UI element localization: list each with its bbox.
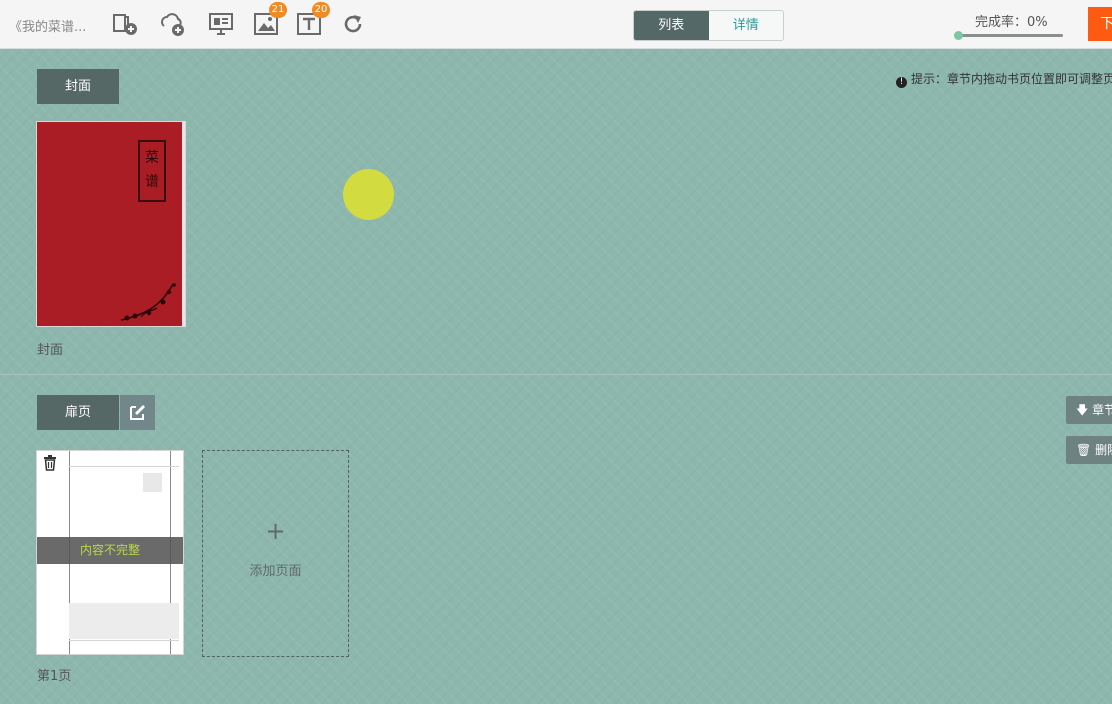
- image-count-badge: 21: [269, 2, 287, 18]
- present-icon: [209, 13, 233, 35]
- book-title-link[interactable]: 《我的菜谱...: [9, 16, 86, 35]
- drag-hint: ! 提示：章节内拖动书页位置即可调整页: [896, 70, 1112, 88]
- image-button[interactable]: 21: [253, 2, 287, 37]
- tab-detail-view[interactable]: 详情: [708, 11, 783, 40]
- top-toolbar: 《我的菜谱... 21 20 列表 详情 完成率：0% 下: [0, 0, 1112, 49]
- edit-icon: [130, 405, 145, 420]
- cursor-highlight: [343, 169, 394, 220]
- plus-icon: +: [265, 517, 286, 545]
- text-count-badge: 20: [312, 2, 330, 18]
- add-page-label: 添加页面: [249, 564, 302, 579]
- download-button[interactable]: 下载: [1088, 7, 1112, 41]
- edit-chapter-button[interactable]: [120, 395, 155, 430]
- refresh-button[interactable]: [340, 11, 366, 37]
- cover-title-seal: 菜谱: [138, 140, 166, 202]
- text-button[interactable]: 20: [296, 2, 330, 37]
- trash-icon: 🗑: [1076, 443, 1092, 457]
- page-placeholder-band: [69, 603, 179, 639]
- tab-list-view[interactable]: 列表: [634, 11, 709, 40]
- page-caption: 第1页: [37, 669, 72, 684]
- incomplete-content-label: 内容不完整: [37, 537, 183, 564]
- view-toggle: 列表 详情: [633, 10, 784, 41]
- section-divider: [0, 374, 1112, 375]
- cover-thumbnail[interactable]: 菜谱: [36, 121, 186, 327]
- completion-progress-bar: [959, 34, 1063, 37]
- add-page-button[interactable]: [112, 11, 138, 37]
- delete-chapter-button[interactable]: 🗑 删除: [1066, 436, 1112, 464]
- completion-rate-label: 完成率：0%: [975, 15, 1048, 30]
- page-guide-line: [69, 640, 179, 641]
- refresh-icon: [344, 15, 362, 33]
- cover-branch-decoration: [120, 283, 176, 321]
- chapter-button-label: 章节: [1092, 403, 1112, 417]
- arrow-down-icon: 🡇: [1076, 403, 1089, 417]
- page-thumbnail[interactable]: 内容不完整: [36, 450, 184, 655]
- page-placeholder-box: [143, 473, 162, 492]
- info-icon: !: [896, 77, 907, 88]
- trash-icon: [44, 455, 56, 471]
- delete-page-button[interactable]: [43, 455, 57, 471]
- title-page-section-tag: 扉页: [37, 395, 119, 430]
- cover-section-tag: 封面: [37, 69, 119, 104]
- add-page-button[interactable]: + 添加页面: [202, 450, 349, 657]
- present-button[interactable]: [208, 11, 234, 37]
- chapter-button[interactable]: 🡇 章节: [1066, 396, 1112, 424]
- delete-chapter-button-label: 删除: [1095, 443, 1112, 457]
- drag-hint-text: 提示：章节内拖动书页位置即可调整页: [911, 72, 1112, 86]
- add-cloud-icon: [161, 13, 184, 36]
- add-cloud-button[interactable]: [160, 11, 186, 37]
- cover-caption: 封面: [37, 343, 64, 358]
- completion-progress-knob: [954, 31, 963, 40]
- add-page-icon: [113, 14, 137, 35]
- page-guide-line: [69, 466, 179, 467]
